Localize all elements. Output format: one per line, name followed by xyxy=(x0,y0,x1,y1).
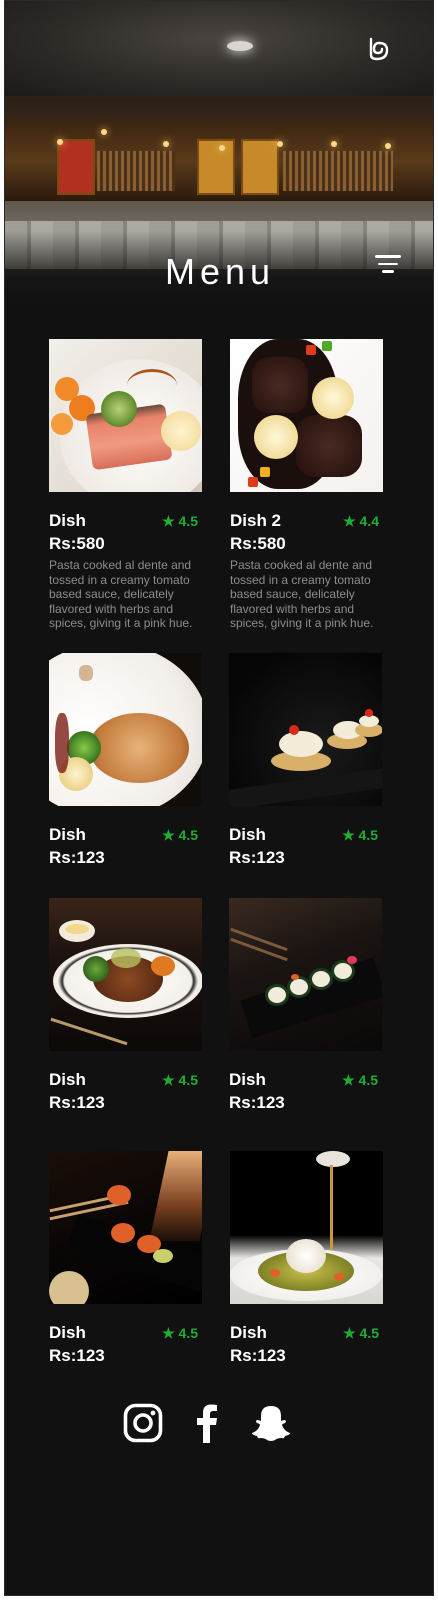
bar-poster xyxy=(197,139,235,195)
star-icon: ★ xyxy=(162,1072,179,1088)
star-icon: ★ xyxy=(162,1325,179,1341)
bar-poster xyxy=(57,139,95,195)
dish-name: Dish xyxy=(49,511,86,530)
rating-value: 4.5 xyxy=(178,1072,198,1088)
dish-name: Dish xyxy=(230,1323,267,1342)
pendant-bulb xyxy=(57,139,63,145)
pendant-bulb xyxy=(277,141,283,147)
dish-price: Rs:123 xyxy=(49,848,105,867)
pendant-bulb xyxy=(163,141,169,147)
dish-name: Dish xyxy=(229,825,266,844)
pendant-bulb xyxy=(331,141,337,147)
dish-image xyxy=(229,653,382,806)
dish-card[interactable]: Dish ★ 4.5 Rs:123 xyxy=(230,1151,383,1366)
facebook-icon[interactable] xyxy=(187,1403,227,1443)
dish-image xyxy=(49,1151,202,1304)
dish-price: Rs:123 xyxy=(229,1093,285,1112)
bar-shelf xyxy=(283,151,393,191)
dish-price: Rs:123 xyxy=(49,1093,105,1112)
dish-name: Dish xyxy=(49,825,86,844)
star-icon: ★ xyxy=(343,513,360,529)
dish-image xyxy=(230,339,383,492)
dish-description: Pasta cooked al dente and tossed in a cr… xyxy=(49,558,193,631)
dish-image xyxy=(229,898,382,1051)
dish-price: Rs:123 xyxy=(230,1346,286,1365)
dish-image xyxy=(49,339,202,492)
dish-price: Rs:580 xyxy=(230,534,286,553)
rating-value: 4.5 xyxy=(359,1325,379,1341)
star-icon: ★ xyxy=(162,827,179,843)
rating-value: 4.5 xyxy=(178,827,198,843)
star-icon: ★ xyxy=(162,513,179,529)
bar-poster xyxy=(241,139,279,195)
dish-rating: ★ 4.5 xyxy=(162,827,198,844)
dish-image xyxy=(49,653,202,806)
star-icon: ★ xyxy=(343,1325,360,1341)
dish-rating: ★ 4.5 xyxy=(343,1325,379,1342)
dish-description: Pasta cooked al dente and tossed in a cr… xyxy=(230,558,374,631)
pendant-bulb xyxy=(385,143,391,149)
dish-price: Rs:123 xyxy=(49,1346,105,1365)
pendant-bulb xyxy=(219,145,225,151)
dish-card[interactable]: Dish 2 ★ 4.4 Rs:580 Pasta cooked al dent… xyxy=(230,339,383,631)
dish-card[interactable]: Dish ★ 4.5 Rs:580 Pasta cooked al dente … xyxy=(49,339,202,631)
pendant-bulb xyxy=(101,129,107,135)
dish-rating: ★ 4.5 xyxy=(162,1072,198,1089)
dish-card[interactable]: Dish ★ 4.5 Rs:123 xyxy=(229,898,382,1113)
dish-rating: ★ 4.5 xyxy=(162,1325,198,1342)
rating-value: 4.5 xyxy=(178,513,198,529)
dish-name: Dish 2 xyxy=(230,511,282,530)
dish-card[interactable]: Dish ★ 4.5 Rs:123 xyxy=(229,653,382,868)
dish-name: Dish xyxy=(49,1323,86,1342)
dish-rating: ★ 4.5 xyxy=(342,1072,378,1089)
dish-card[interactable]: Dish ★ 4.5 Rs:123 xyxy=(49,653,202,868)
dish-price: Rs:580 xyxy=(49,534,105,553)
ceiling-light xyxy=(227,41,253,51)
star-icon: ★ xyxy=(342,827,359,843)
rating-value: 4.5 xyxy=(178,1325,198,1341)
spiral-logo-icon[interactable] xyxy=(365,35,391,61)
app-screen: Menu Dish ★ 4.5 Rs:580 Pasta cooked al d… xyxy=(4,0,434,1596)
snapchat-icon[interactable] xyxy=(251,1403,291,1443)
dish-rating: ★ 4.5 xyxy=(162,513,198,530)
bar-shelf xyxy=(97,151,175,191)
rating-value: 4.5 xyxy=(358,827,378,843)
dish-price: Rs:123 xyxy=(229,848,285,867)
dish-image xyxy=(230,1151,383,1304)
dish-name: Dish xyxy=(49,1070,86,1089)
dish-card[interactable]: Dish ★ 4.5 Rs:123 xyxy=(49,898,202,1113)
rating-value: 4.4 xyxy=(359,513,379,529)
dish-rating: ★ 4.4 xyxy=(343,513,379,530)
dish-name: Dish xyxy=(229,1070,266,1089)
dish-card[interactable]: Dish ★ 4.5 Rs:123 xyxy=(49,1151,202,1366)
dish-rating: ★ 4.5 xyxy=(342,827,378,844)
instagram-icon[interactable] xyxy=(123,1403,163,1443)
rating-value: 4.5 xyxy=(358,1072,378,1088)
star-icon: ★ xyxy=(342,1072,359,1088)
page-title: Menu xyxy=(164,251,276,292)
filter-lines-icon[interactable] xyxy=(375,255,401,275)
dish-image xyxy=(49,898,202,1051)
